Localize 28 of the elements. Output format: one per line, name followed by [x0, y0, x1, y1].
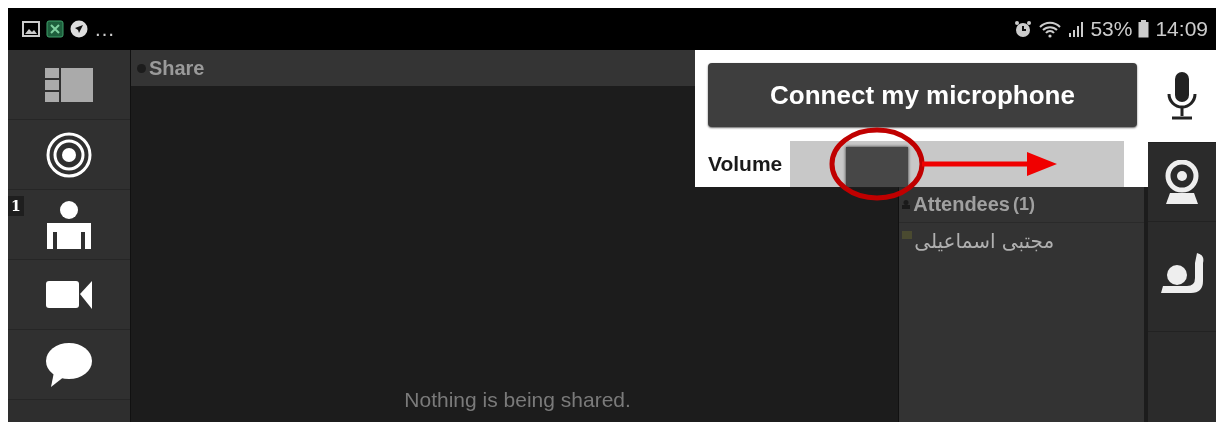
attendees-title: Attendees	[913, 192, 1010, 216]
layout-icon	[44, 67, 93, 102]
bullet-icon	[136, 63, 146, 73]
microphone-icon	[1166, 72, 1199, 120]
alarm-icon	[1014, 20, 1033, 38]
attendee-count: (1)	[1013, 193, 1035, 215]
person-icon	[46, 200, 91, 249]
clock-time: 14:09	[1155, 17, 1208, 41]
image-icon	[22, 21, 40, 37]
video-camera-icon	[45, 280, 92, 309]
volume-slider[interactable]	[790, 141, 1124, 187]
target-icon	[45, 131, 92, 178]
panel-title: Share	[148, 56, 205, 80]
more-notifications: …	[94, 17, 115, 41]
navigation-icon	[70, 20, 88, 38]
people-icon	[902, 199, 911, 209]
slider-thumb[interactable]	[845, 147, 908, 187]
battery-percentage: 53%	[1090, 17, 1133, 41]
count-badge: 1	[8, 196, 24, 216]
volume-label: Volume	[707, 152, 784, 176]
battery-icon	[1138, 20, 1150, 38]
attendee-name[interactable]: مجتبی اسماعیلی	[914, 229, 1055, 253]
speech-bubble-icon	[45, 341, 92, 388]
wifi-icon	[1038, 20, 1063, 38]
signal-icon	[1068, 20, 1085, 38]
app-icon	[46, 20, 64, 38]
empty-message: Nothing is being shared.	[404, 388, 631, 412]
connect-microphone-button[interactable]: Connect my microphone	[708, 63, 1137, 127]
